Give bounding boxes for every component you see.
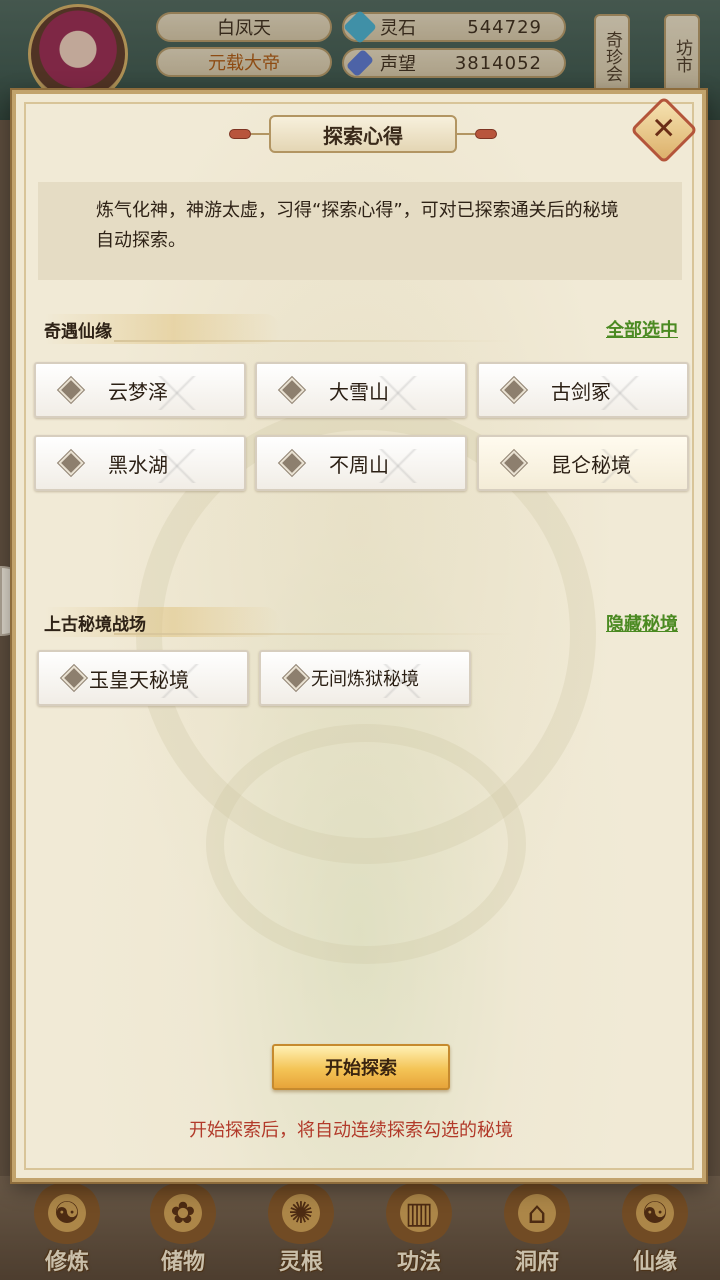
- option-label: 不周山: [329, 452, 389, 477]
- dialog-title-bar: 探索心得: [228, 114, 498, 154]
- checkbox-diamond-icon[interactable]: [279, 450, 305, 476]
- checkbox-diamond-icon[interactable]: [283, 665, 309, 691]
- option-label: 无间炼狱秘境: [311, 669, 419, 690]
- section-heading-encounters: 奇遇仙缘: [44, 314, 514, 344]
- checkbox-diamond-icon[interactable]: [58, 450, 84, 476]
- checkbox-diamond-icon[interactable]: [58, 377, 84, 403]
- option-kunlun[interactable]: 昆仑秘境: [477, 435, 689, 491]
- title-ornament: [251, 133, 269, 135]
- section-heading-ancient-realms: 上古秘境战场: [44, 607, 514, 637]
- checkbox-diamond-icon[interactable]: [501, 450, 527, 476]
- option-label: 黑水湖: [108, 452, 168, 477]
- start-explore-button[interactable]: 开始探索: [272, 1044, 450, 1090]
- option-yunmengze[interactable]: 云梦泽: [34, 362, 246, 418]
- description-box: 炼气化神，神游太虚，习得“探索心得”，可对已探索通关后的秘境自动探索。: [38, 182, 682, 280]
- select-all-link[interactable]: 全部选中: [606, 316, 678, 342]
- option-label: 云梦泽: [108, 379, 168, 404]
- explore-hint: 开始探索后，将自动连续探索勾选的秘境: [189, 1120, 513, 1141]
- option-heishuihu[interactable]: 黑水湖: [34, 435, 246, 491]
- option-label: 昆仑秘境: [551, 452, 631, 477]
- checkbox-diamond-icon[interactable]: [279, 377, 305, 403]
- title-ornament: [475, 129, 497, 139]
- section-title: 上古秘境战场: [44, 614, 146, 635]
- description-text: 炼气化神，神游太虚，习得“探索心得”，可对已探索通关后的秘境自动探索。: [96, 200, 619, 251]
- explore-insight-dialog: 探索心得 ✕ 炼气化神，神游太虚，习得“探索心得”，可对已探索通关后的秘境自动探…: [12, 90, 706, 1182]
- option-yuhuangtian[interactable]: 玉皇天秘境: [37, 650, 249, 706]
- option-daxueshan[interactable]: 大雪山: [255, 362, 467, 418]
- title-ornament: [229, 129, 251, 139]
- title-ornament: [457, 133, 475, 135]
- decorative-swirl: [206, 724, 526, 964]
- option-buzhoushan[interactable]: 不周山: [255, 435, 467, 491]
- hidden-realms-link[interactable]: 隐藏秘境: [606, 610, 678, 636]
- option-label: 玉皇天秘境: [89, 667, 189, 692]
- dialog-title: 探索心得: [269, 115, 457, 153]
- checkbox-diamond-icon[interactable]: [61, 665, 87, 691]
- option-wujian-lianyu[interactable]: 无间炼狱秘境: [259, 650, 471, 706]
- close-icon: ✕: [651, 111, 677, 147]
- section-title: 奇遇仙缘: [44, 321, 112, 342]
- checkbox-diamond-icon[interactable]: [501, 377, 527, 403]
- section-divider: [114, 633, 514, 635]
- option-label: 大雪山: [329, 379, 389, 404]
- section-divider: [114, 340, 514, 342]
- option-label: 古剑冢: [551, 379, 611, 404]
- option-gujianzhong[interactable]: 古剑冢: [477, 362, 689, 418]
